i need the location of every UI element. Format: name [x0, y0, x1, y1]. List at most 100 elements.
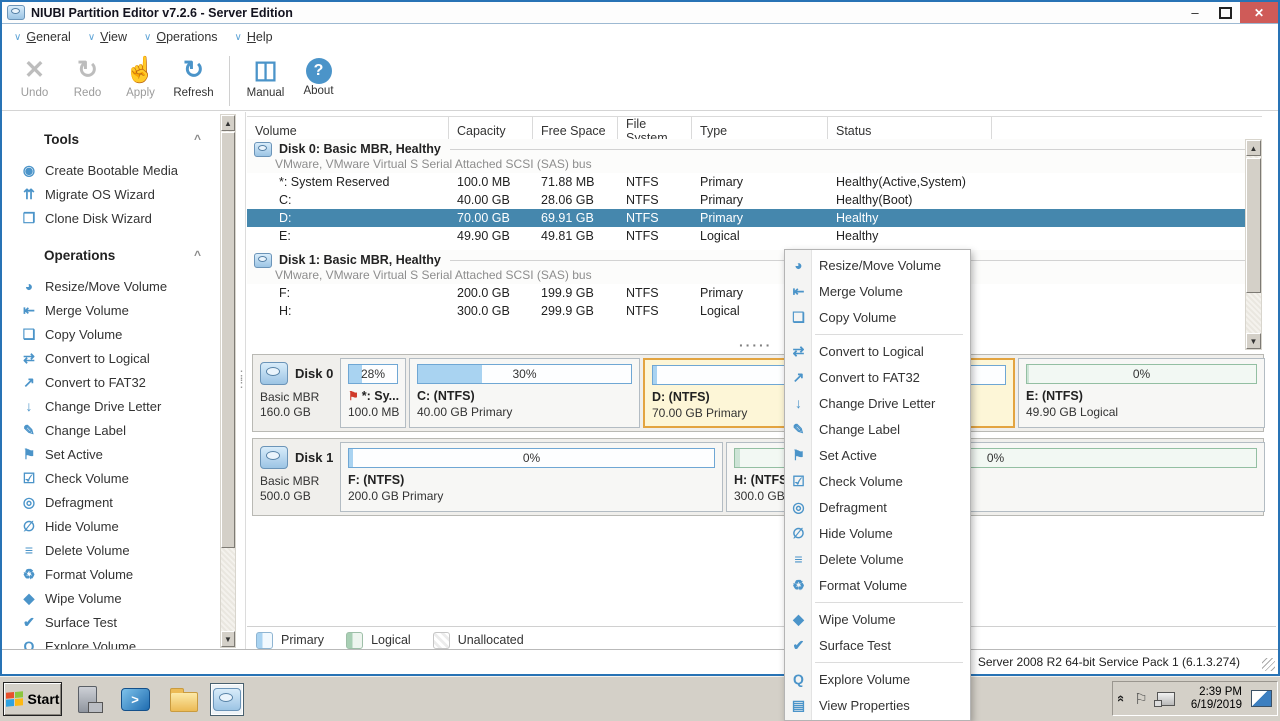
sidebar-item-migrate-os-wizard[interactable]: ⇈Migrate OS Wizard — [2, 182, 245, 206]
table-row-e[interactable]: E:49.90 GB49.81 GBNTFSLogicalHealthy — [247, 227, 1262, 245]
horizontal-splitter-handle[interactable]: ····· — [739, 340, 772, 350]
partition-block-e-ntfs[interactable]: 0%E: (NTFS)49.90 GB Logical — [1018, 358, 1265, 428]
start-button[interactable]: Start — [3, 682, 62, 716]
context-item-surface-test[interactable]: ✔Surface Test — [785, 632, 970, 658]
sidebar-item-label: Format Volume — [45, 567, 133, 582]
context-item-convert-to-fat32[interactable]: ↗Convert to FAT32 — [785, 364, 970, 390]
scroll-down-arrow-icon[interactable]: ▼ — [221, 631, 235, 647]
sidebar-splitter-handle[interactable]: ⋮⋮ — [235, 372, 245, 386]
sidebar-item-defragment[interactable]: ◎Defragment — [2, 490, 245, 514]
table-scrollbar[interactable]: ▲ ▼ — [1245, 139, 1262, 350]
table-row-c[interactable]: C:40.00 GB28.06 GBNTFSPrimaryHealthy(Boo… — [247, 191, 1262, 209]
refresh-button[interactable]: ↻Refresh — [167, 55, 220, 99]
sidebar-item-format-volume[interactable]: ♻Format Volume — [2, 562, 245, 586]
table-cell: NTFS — [618, 229, 692, 243]
sidebar-item-convert-to-fat32[interactable]: ↗Convert to FAT32 — [2, 370, 245, 394]
maximize-icon — [1219, 7, 1232, 19]
context-item-defragment[interactable]: ◎Defragment — [785, 494, 970, 520]
sidebar-item-resize-move-volume[interactable]: ◕Resize/Move Volume — [2, 274, 245, 298]
scrollbar-thumb[interactable] — [221, 132, 235, 548]
context-item-check-volume[interactable]: ☑Check Volume — [785, 468, 970, 494]
close-button[interactable]: ✕ — [1240, 2, 1278, 23]
sidebar-item-check-volume[interactable]: ☑Check Volume — [2, 466, 245, 490]
context-item-hide-volume[interactable]: ∅Hide Volume — [785, 520, 970, 546]
sidebar-item-set-active[interactable]: ⚑Set Active — [2, 442, 245, 466]
context-item-delete-volume[interactable]: ≡Delete Volume — [785, 546, 970, 572]
context-item-label: Defragment — [812, 500, 887, 515]
table-row-h[interactable]: H:300.0 GB299.9 GBNTFSLogicalHealthy — [247, 302, 1262, 320]
clock-time: 2:39 PM — [1188, 686, 1242, 699]
context-item-change-drive-letter[interactable]: ↓Change Drive Letter — [785, 390, 970, 416]
sidebar-section-header[interactable]: Tools^ — [2, 128, 245, 150]
table-cell: H: — [247, 304, 449, 318]
legend-item-logical: Logical — [346, 632, 411, 649]
delete-volume-icon: ≡ — [785, 551, 812, 567]
scroll-down-arrow-icon[interactable]: ▼ — [1246, 333, 1261, 349]
partition-block-f-ntfs[interactable]: 0%F: (NTFS)200.0 GB Primary — [340, 442, 723, 512]
sidebar-item-label: Merge Volume — [45, 303, 129, 318]
sidebar-item-merge-volume[interactable]: ⇤Merge Volume — [2, 298, 245, 322]
tray-clock[interactable]: 2:39 PM 6/19/2019 — [1188, 686, 1242, 712]
table-cell: Primary — [692, 175, 828, 189]
taskbar-item-partition-editor[interactable] — [210, 683, 244, 716]
context-item-convert-to-logical[interactable]: ⇄Convert to Logical — [785, 338, 970, 364]
context-item-label: Surface Test — [812, 638, 891, 653]
taskbar-item-powershell[interactable]: > — [118, 683, 152, 716]
menu-view[interactable]: ∨View — [88, 30, 127, 44]
context-item-label: Change Drive Letter — [812, 396, 935, 411]
table-row-f[interactable]: F:200.0 GB199.9 GBNTFSPrimaryHealthy — [247, 284, 1262, 302]
scroll-up-arrow-icon[interactable]: ▲ — [1246, 140, 1261, 156]
context-item-resize-move-volume[interactable]: ◕Resize/Move Volume — [785, 252, 970, 278]
partition-block-sy[interactable]: 28%⚑*: Sy...100.0 MB — [340, 358, 406, 428]
menu-operations[interactable]: ∨Operations — [144, 30, 218, 44]
group-rule — [450, 149, 1258, 150]
disk-layout: Basic MBR — [260, 474, 338, 489]
toolbar-button-label: Apply — [126, 87, 155, 99]
partition-block-c-ntfs[interactable]: 30%C: (NTFS)40.00 GB Primary — [409, 358, 640, 428]
network-icon[interactable] — [1157, 692, 1175, 706]
table-cell: E: — [247, 229, 449, 243]
apply-button: ☝Apply — [114, 55, 167, 99]
table-row-d[interactable]: D:70.00 GB69.91 GBNTFSPrimaryHealthy — [247, 209, 1262, 227]
taskbar-item-server-manager[interactable] — [70, 683, 104, 716]
sidebar-item-surface-test[interactable]: ✔Surface Test — [2, 610, 245, 634]
sidebar-item-hide-volume[interactable]: ∅Hide Volume — [2, 514, 245, 538]
sidebar-item-label: Convert to Logical — [45, 351, 150, 366]
context-item-merge-volume[interactable]: ⇤Merge Volume — [785, 278, 970, 304]
sidebar-section-header[interactable]: Operations^ — [2, 244, 245, 266]
context-item-change-label[interactable]: ✎Change Label — [785, 416, 970, 442]
scrollbar-thumb[interactable] — [1246, 158, 1261, 293]
menu-general[interactable]: ∨General — [14, 30, 71, 44]
sidebar-scrollbar[interactable]: ▲ ▼ — [220, 114, 236, 648]
sidebar-item-create-bootable-media[interactable]: ◉Create Bootable Media — [2, 158, 245, 182]
sidebar-item-convert-to-logical[interactable]: ⇄Convert to Logical — [2, 346, 245, 370]
maximize-button[interactable] — [1210, 2, 1240, 23]
sidebar-item-delete-volume[interactable]: ≡Delete Volume — [2, 538, 245, 562]
resize-move-icon: ◕ — [20, 278, 38, 294]
usage-bar: 28% — [348, 364, 398, 384]
context-item-set-active[interactable]: ⚑Set Active — [785, 442, 970, 468]
context-item-wipe-volume[interactable]: ◆Wipe Volume — [785, 606, 970, 632]
context-item-explore-volume[interactable]: QExplore Volume — [785, 666, 970, 692]
sidebar-item-clone-disk-wizard[interactable]: ❐Clone Disk Wizard — [2, 206, 245, 230]
scroll-up-arrow-icon[interactable]: ▲ — [221, 115, 235, 131]
action-center-flag-icon[interactable]: ⚐ — [1134, 690, 1147, 708]
minimize-button[interactable]: – — [1180, 2, 1210, 23]
sidebar-item-wipe-volume[interactable]: ◆Wipe Volume — [2, 586, 245, 610]
sidebar-item-change-label[interactable]: ✎Change Label — [2, 418, 245, 442]
sidebar-item-change-drive-letter[interactable]: ↓Change Drive Letter — [2, 394, 245, 418]
show-desktop-icon[interactable] — [1251, 690, 1272, 707]
context-item-copy-volume[interactable]: ❏Copy Volume — [785, 304, 970, 330]
table-row-system-reserved[interactable]: *: System Reserved100.0 MB71.88 MBNTFSPr… — [247, 173, 1262, 191]
menu-help[interactable]: ∨Help — [235, 30, 273, 44]
resize-grip[interactable] — [1262, 658, 1275, 671]
manual-button[interactable]: ◫Manual — [239, 55, 292, 99]
partition-size: 40.00 GB Primary — [417, 405, 632, 419]
context-item-view-properties[interactable]: ▤View Properties — [785, 692, 970, 718]
context-item-format-volume[interactable]: ♻Format Volume — [785, 572, 970, 598]
sidebar-item-copy-volume[interactable]: ❏Copy Volume — [2, 322, 245, 346]
taskbar-item-explorer[interactable] — [167, 683, 201, 716]
about-button[interactable]: ?About — [292, 55, 345, 97]
tray-expand-chevron-icon[interactable]: « — [1114, 695, 1129, 702]
taskbar: Start > « ⚐ 2:39 PM 6/19/2019 — [0, 676, 1280, 720]
